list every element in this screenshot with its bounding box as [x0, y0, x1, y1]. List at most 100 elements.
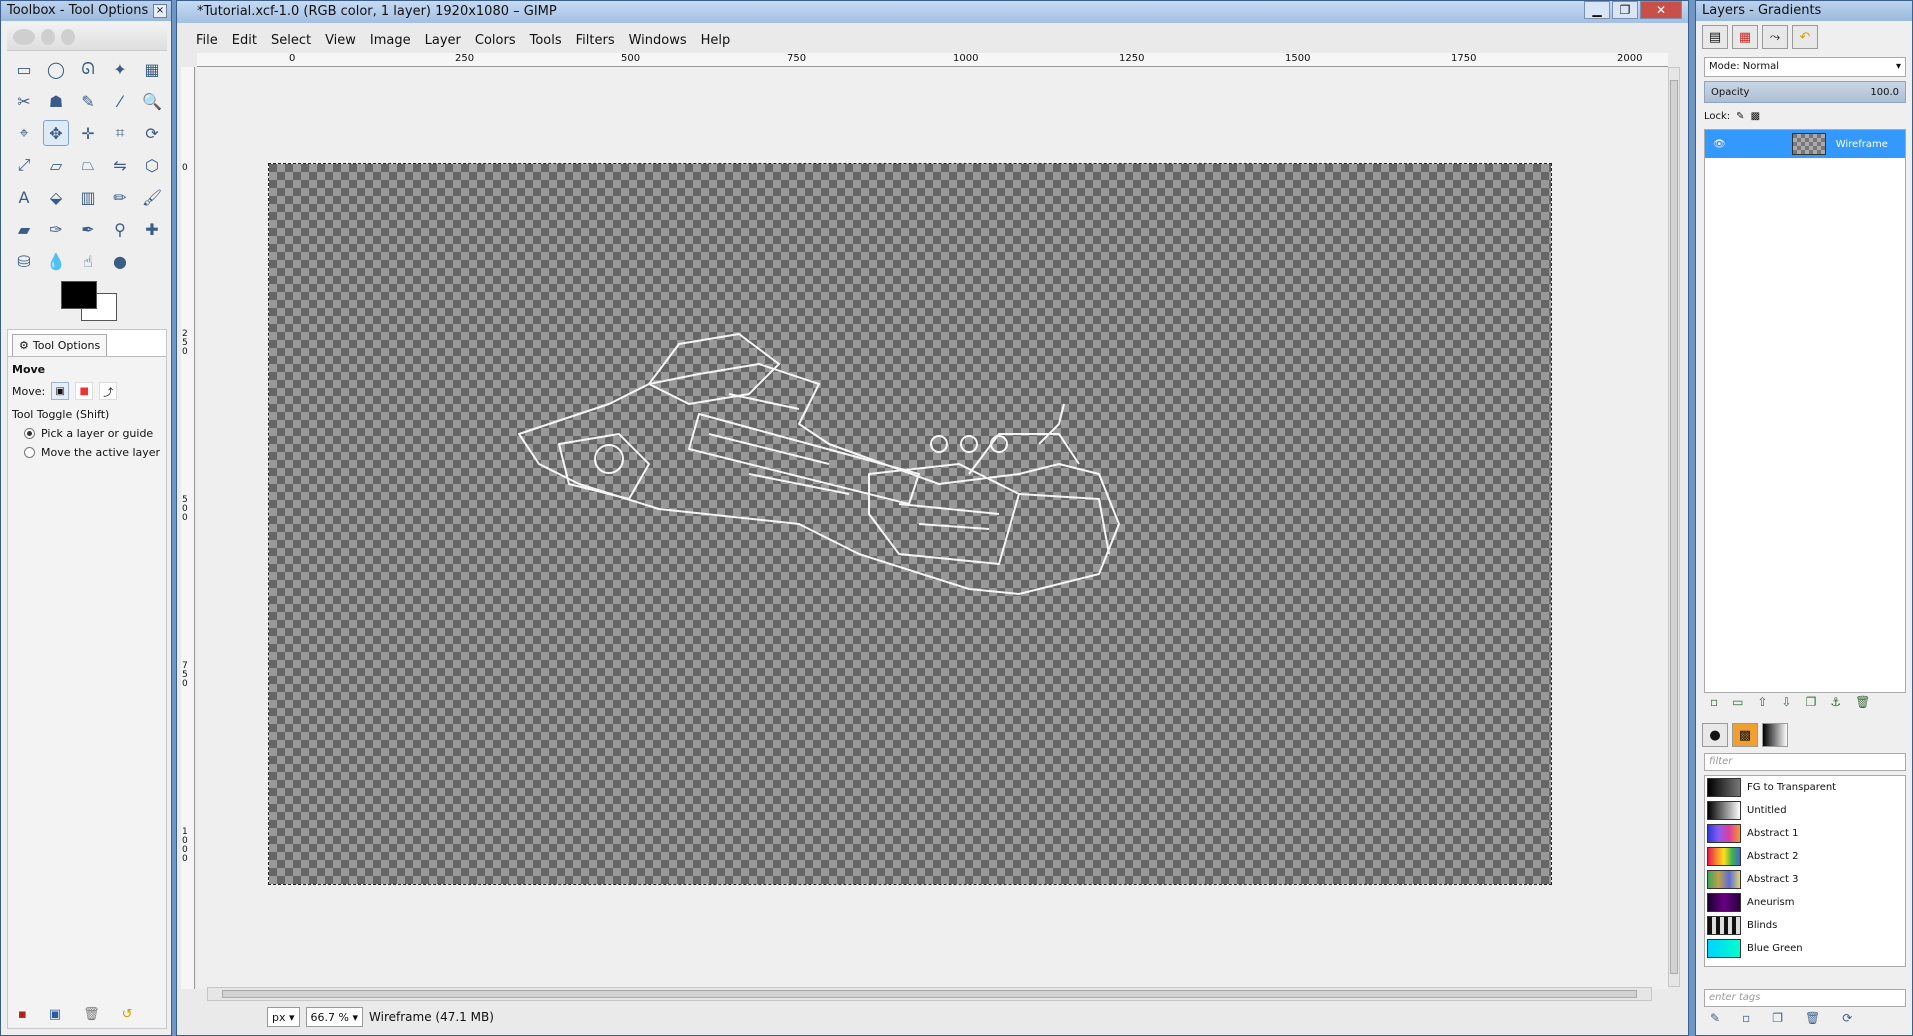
menu-windows[interactable]: Windows — [622, 33, 694, 48]
menu-file[interactable]: File — [189, 33, 225, 48]
blend-icon[interactable]: ▥ — [75, 184, 101, 210]
lock-pixels-icon[interactable]: ✎ — [1736, 111, 1744, 122]
visibility-eye-icon[interactable]: 👁 — [1713, 139, 1726, 150]
menu-select[interactable]: Select — [264, 33, 318, 48]
undo-history-tab-icon[interactable]: ↶ — [1792, 25, 1818, 49]
close-window-button[interactable]: ✕ — [1640, 1, 1682, 19]
clone-icon[interactable]: ⚲ — [107, 216, 133, 242]
menu-edit[interactable]: Edit — [225, 33, 264, 48]
bucket-fill-icon[interactable]: ⬙ — [43, 184, 69, 210]
align-icon[interactable]: ✛ — [75, 120, 101, 146]
menu-help[interactable]: Help — [694, 33, 738, 48]
new-layer-icon[interactable]: ▫ — [1710, 695, 1718, 709]
gradient-filter-input[interactable]: filter — [1704, 753, 1906, 771]
blur-icon[interactable]: 💧 — [43, 248, 69, 274]
reset-options-icon[interactable]: ↺ — [122, 1007, 133, 1022]
layer-mode-select[interactable]: Mode: Normal ▾ — [1704, 57, 1906, 77]
paths-tab-icon[interactable]: ⤳ — [1762, 25, 1788, 49]
new-gradient-icon[interactable]: ▫ — [1742, 1011, 1750, 1025]
delete-options-icon[interactable]: 🗑 — [83, 1007, 100, 1022]
menu-layer[interactable]: Layer — [418, 33, 468, 48]
rect-select-icon[interactable]: ▭ — [11, 56, 37, 82]
duplicate-gradient-icon[interactable]: ❐ — [1772, 1011, 1783, 1025]
move-active-layer-radio[interactable]: Move the active layer — [24, 446, 162, 459]
refresh-gradients-icon[interactable]: ⟳ — [1842, 1011, 1852, 1025]
menu-image[interactable]: Image — [363, 33, 418, 48]
edit-gradient-icon[interactable]: ✎ — [1710, 1011, 1720, 1025]
gradient-list-item[interactable]: Aneurism — [1705, 891, 1905, 914]
maximize-button[interactable]: ❐ — [1612, 1, 1638, 19]
gradients-tab-icon[interactable] — [1762, 723, 1788, 747]
color-select-icon[interactable]: ▦ — [139, 56, 165, 82]
pencil-icon[interactable]: ✏ — [107, 184, 133, 210]
vertical-ruler[interactable]: 0 250 500 750 1000 — [181, 67, 195, 989]
tab-tool-options[interactable]: ⚙ Tool Options — [12, 334, 108, 356]
delete-gradient-icon[interactable]: 🗑 — [1805, 1011, 1820, 1025]
move-layer-mode-button[interactable]: ▣ — [51, 382, 70, 400]
toolbox-close-button[interactable]: × — [153, 4, 167, 18]
scissors-icon[interactable]: ✂ — [11, 88, 37, 114]
gradient-list-item[interactable]: Blinds — [1705, 914, 1905, 937]
shear-icon[interactable]: ▱ — [43, 152, 69, 178]
layers-tab-icon[interactable]: ▤ — [1702, 25, 1728, 49]
gradient-list-item[interactable]: FG to Transparent — [1705, 776, 1905, 799]
canvas-area[interactable] — [197, 67, 1668, 989]
measure-icon[interactable]: ⌖ — [11, 120, 37, 146]
move-selection-mode-button[interactable]: ■ — [75, 382, 94, 400]
airbrush-icon[interactable]: ✑ — [43, 216, 69, 242]
perspective-clone-icon[interactable]: ⛁ — [11, 248, 37, 274]
paths-icon[interactable]: ✎ — [75, 88, 101, 114]
heal-icon[interactable]: ✚ — [139, 216, 165, 242]
tags-input[interactable]: enter tags — [1704, 989, 1906, 1007]
color-picker-icon[interactable]: ⁄ — [107, 88, 133, 114]
brushes-tab-icon[interactable]: ● — [1702, 723, 1728, 747]
raise-layer-icon[interactable]: ⇧ — [1757, 695, 1767, 709]
dodge-burn-icon[interactable]: ● — [107, 248, 133, 274]
move-path-mode-button[interactable]: ⤴ — [99, 382, 118, 400]
image-window-titlebar[interactable]: *Tutorial.xcf-1.0 (RGB color, 1 layer) 1… — [177, 1, 1688, 23]
flip-icon[interactable]: ⇋ — [107, 152, 133, 178]
gradient-list-item[interactable]: Untitled — [1705, 799, 1905, 822]
vertical-scrollbar[interactable] — [1668, 67, 1680, 987]
minimize-button[interactable]: ▁ — [1584, 1, 1610, 19]
perspective-icon[interactable]: ⏢ — [75, 152, 101, 178]
unit-selector[interactable]: px ▾ — [267, 1007, 300, 1027]
vertical-scroll-thumb[interactable] — [1670, 80, 1678, 974]
image-canvas[interactable] — [268, 163, 1552, 885]
zoom-selector[interactable]: 66.7 % ▾ — [305, 1007, 364, 1027]
paintbrush-icon[interactable]: 🖌 — [139, 184, 165, 210]
restore-options-icon[interactable]: ▣ — [49, 1007, 61, 1022]
gradient-list-item[interactable]: Abstract 3 — [1705, 868, 1905, 891]
horizontal-scrollbar[interactable] — [207, 987, 1652, 1001]
save-options-icon[interactable]: ▪ — [18, 1007, 27, 1022]
duplicate-layer-icon[interactable]: ❐ — [1806, 695, 1817, 709]
foreground-color-swatch[interactable] — [61, 281, 97, 309]
ink-icon[interactable]: ✒ — [75, 216, 101, 242]
cage-icon[interactable]: ⬡ — [139, 152, 165, 178]
foreground-select-icon[interactable]: ☗ — [43, 88, 69, 114]
horizontal-ruler[interactable]: 0 250 500 750 1000 1250 1500 1750 2000 — [197, 53, 1668, 67]
lock-alpha-icon[interactable]: ▩ — [1751, 111, 1760, 122]
rotate-icon[interactable]: ⟳ — [139, 120, 165, 146]
menu-colors[interactable]: Colors — [468, 33, 523, 48]
eraser-icon[interactable]: ▰ — [11, 216, 37, 242]
menu-view[interactable]: View — [318, 33, 363, 48]
patterns-tab-icon[interactable]: ▩ — [1732, 723, 1758, 747]
horizontal-scroll-thumb[interactable] — [222, 990, 1637, 998]
crop-icon[interactable]: ⌗ — [107, 120, 133, 146]
pick-layer-radio[interactable]: Pick a layer or guide — [24, 427, 162, 440]
menu-filters[interactable]: Filters — [569, 33, 622, 48]
anchor-layer-icon[interactable]: ⚓ — [1830, 695, 1841, 709]
toolbox-titlebar[interactable]: Toolbox - Tool Options × — [1, 1, 171, 21]
scale-icon[interactable]: ⤢ — [11, 152, 37, 178]
lower-layer-icon[interactable]: ⇩ — [1782, 695, 1792, 709]
delete-layer-icon[interactable]: 🗑 — [1855, 695, 1870, 709]
zoom-icon[interactable]: 🔍 — [139, 88, 165, 114]
opacity-slider[interactable]: Opacity 100.0 — [1704, 81, 1906, 103]
channels-tab-icon[interactable]: ▦ — [1732, 25, 1758, 49]
gradient-list-item[interactable]: Abstract 2 — [1705, 845, 1905, 868]
ellipse-select-icon[interactable]: ◯ — [43, 56, 69, 82]
gradient-list-item[interactable]: Abstract 1 — [1705, 822, 1905, 845]
layer-row[interactable]: 👁 Wireframe — [1705, 130, 1905, 158]
menu-tools[interactable]: Tools — [523, 33, 569, 48]
